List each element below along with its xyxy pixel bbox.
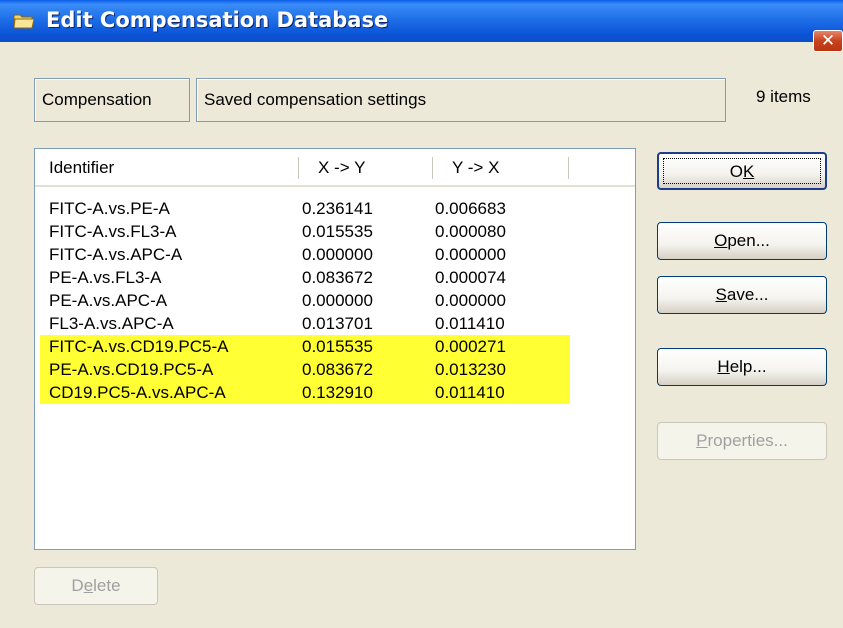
row-identifier: FITC-A.vs.APC-A [49,245,183,264]
row-x-to-y: 0.083672 [302,360,373,379]
row-y-to-x: 0.011410 [435,383,505,402]
column-header-x-to-y[interactable]: X -> Y [318,149,365,185]
list-row[interactable]: PE-A.vs.FL3-A 0.083672 0.000074 [35,266,635,289]
list-header: Identifier X -> Y Y -> X [35,149,635,187]
row-identifier: PE-A.vs.FL3-A [49,268,162,287]
column-header-y-to-x[interactable]: Y -> X [452,149,499,185]
focus-rect [663,158,821,184]
description-box: Saved compensation settings [196,78,726,122]
row-identifier: CD19.PC5-A.vs.APC-A [49,383,226,402]
list-row[interactable]: PE-A.vs.APC-A 0.000000 0.000000 [35,289,635,312]
column-divider[interactable] [432,157,433,179]
list-row[interactable]: FL3-A.vs.APC-A 0.013701 0.011410 [35,312,635,335]
row-x-to-y: 0.236141 [302,199,373,218]
column-header-identifier[interactable]: Identifier [49,149,114,185]
column-divider[interactable] [298,157,299,179]
save-button-label: Save... [715,285,769,304]
row-x-to-y: 0.013701 [302,314,373,333]
delete-button[interactable]: Delete [34,567,158,605]
row-x-to-y: 0.132910 [302,383,373,402]
row-y-to-x: 0.000080 [435,222,506,241]
row-identifier: PE-A.vs.CD19.PC5-A [49,360,214,379]
row-y-to-x: 0.011410 [435,314,505,333]
row-identifier: FITC-A.vs.CD19.PC5-A [49,337,229,356]
row-x-to-y: 0.083672 [302,268,373,287]
save-button[interactable]: Save... [657,276,827,314]
row-y-to-x: 0.013230 [435,360,506,379]
edit-compensation-dialog: Edit Compensation Database ✕ Compensatio… [0,0,843,628]
row-x-to-y: 0.015535 [302,222,373,241]
row-x-to-y: 0.000000 [302,245,373,264]
row-y-to-x: 0.000074 [435,268,506,287]
list-row[interactable]: FITC-A.vs.APC-A 0.000000 0.000000 [35,243,635,266]
row-identifier: FL3-A.vs.APC-A [49,314,174,333]
row-x-to-y: 0.000000 [302,291,373,310]
row-y-to-x: 0.000000 [435,291,506,310]
compensation-label-box: Compensation [34,78,190,122]
list-row[interactable]: CD19.PC5-A.vs.APC-A 0.132910 0.011410 [40,381,570,404]
compensation-list[interactable]: Identifier X -> Y Y -> X FITC-A.vs.PE-A 0… [34,148,636,550]
delete-button-label: Delete [71,576,121,595]
open-button[interactable]: Open... [657,222,827,260]
list-row[interactable]: FITC-A.vs.CD19.PC5-A 0.015535 0.000271 [40,335,570,358]
open-button-label: Open... [714,231,770,250]
folder-icon [14,14,34,29]
row-y-to-x: 0.000000 [435,245,506,264]
list-row[interactable]: PE-A.vs.CD19.PC5-A 0.083672 0.013230 [40,358,570,381]
row-x-to-y: 0.015535 [302,337,373,356]
row-identifier: FITC-A.vs.PE-A [49,199,170,218]
help-button-label: Help... [717,357,767,376]
properties-button-label: Properties... [696,431,788,450]
row-y-to-x: 0.000271 [435,337,506,356]
properties-button[interactable]: Properties... [657,422,827,460]
column-divider[interactable] [568,157,569,179]
ok-button[interactable]: OK [657,152,827,190]
row-y-to-x: 0.006683 [435,199,506,218]
item-count: 9 items [756,87,811,106]
row-identifier: PE-A.vs.APC-A [49,291,168,310]
list-rows: FITC-A.vs.PE-A 0.236141 0.006683 FITC-A.vs.… [35,197,635,404]
row-identifier: FITC-A.vs.FL3-A [49,222,177,241]
close-icon: ✕ [820,31,836,50]
list-row[interactable]: FITC-A.vs.FL3-A 0.015535 0.000080 [35,220,635,243]
list-row[interactable]: FITC-A.vs.PE-A 0.236141 0.006683 [35,197,635,220]
title-bar[interactable]: Edit Compensation Database [0,0,843,42]
help-button[interactable]: Help... [657,348,827,386]
window-title: Edit Compensation Database [46,8,389,32]
compensation-label: Compensation [42,90,152,109]
close-button[interactable]: ✕ [813,30,843,52]
description-text: Saved compensation settings [204,90,427,109]
